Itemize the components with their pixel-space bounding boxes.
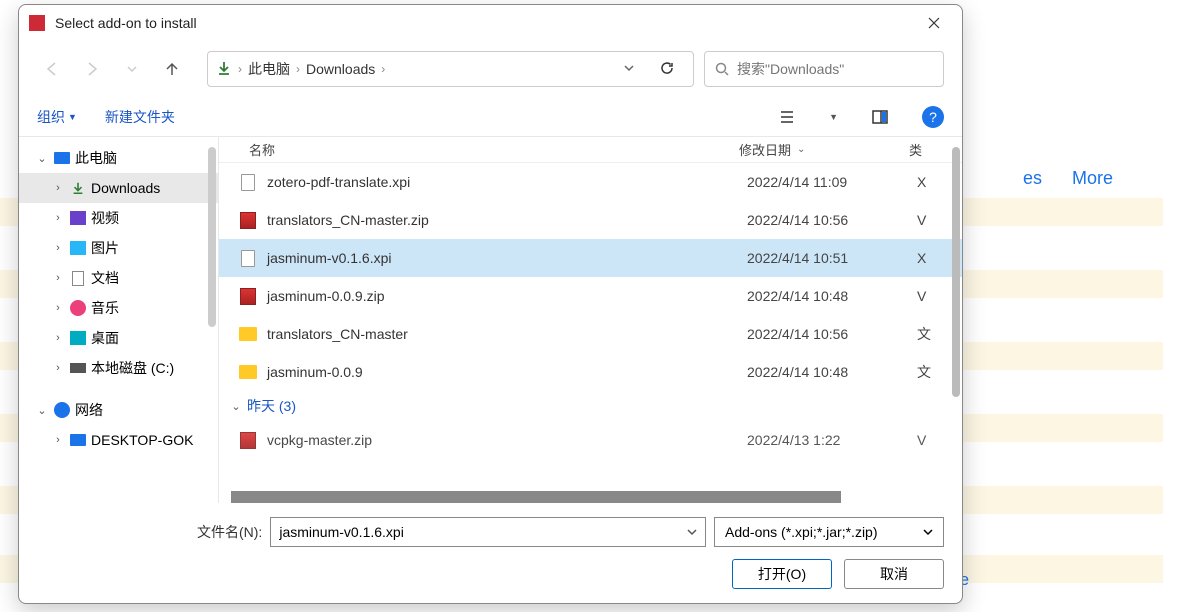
file-open-dialog: Select add-on to install › 此电脑 › Downloa… — [18, 4, 963, 604]
sidebar-network[interactable]: ⌄ 网络 — [19, 395, 218, 425]
chevron-down-icon — [923, 524, 933, 540]
forward-button[interactable] — [77, 54, 107, 84]
search-icon — [715, 62, 729, 76]
search-box[interactable] — [704, 51, 944, 87]
background-tabs: es More — [1023, 168, 1113, 189]
download-icon — [69, 179, 87, 197]
zotero-app-icon — [29, 15, 45, 31]
filename-row: 文件名(N): jasminum-v0.1.6.xpi Add-ons (*.x… — [37, 517, 944, 547]
download-icon — [216, 60, 232, 79]
document-icon — [72, 271, 84, 286]
sidebar-music[interactable]: › 音乐 — [19, 293, 218, 323]
sidebar-desktop-host[interactable]: › DESKTOP-GOK — [19, 425, 218, 455]
file-row[interactable]: translators_CN-master.zip 2022/4/14 10:5… — [219, 201, 962, 239]
group-yesterday[interactable]: ⌄ 昨天 (3) — [219, 391, 962, 421]
nav-row: › 此电脑 › Downloads › — [19, 41, 962, 97]
chevron-down-icon[interactable]: ⌄ — [35, 152, 49, 165]
folder-icon — [239, 327, 257, 341]
titlebar: Select add-on to install — [19, 5, 962, 41]
sidebar-this-pc[interactable]: ⌄ 此电脑 — [19, 143, 218, 173]
preview-pane-button[interactable] — [866, 103, 894, 131]
column-date[interactable]: 修改日期 ⌄ — [739, 140, 909, 159]
chevron-down-icon[interactable] — [687, 524, 697, 540]
organize-menu[interactable]: 组织▼ — [37, 107, 77, 127]
file-icon — [241, 250, 255, 267]
zip-icon — [240, 288, 256, 305]
cancel-button[interactable]: 取消 — [844, 559, 944, 589]
up-button[interactable] — [157, 54, 187, 84]
file-row[interactable]: jasminum-v0.1.6.xpi 2022/4/14 10:51 X — [219, 239, 962, 277]
pc-icon — [70, 434, 86, 446]
help-button[interactable]: ? — [922, 106, 944, 128]
video-icon — [70, 211, 86, 225]
file-row[interactable]: translators_CN-master 2022/4/14 10:56 文 — [219, 315, 962, 353]
sidebar: ⌄ 此电脑 › Downloads › 视频 › 图片 — [19, 137, 219, 503]
folder-icon — [239, 365, 257, 379]
refresh-button[interactable] — [649, 60, 685, 79]
dialog-title: Select add-on to install — [55, 15, 916, 31]
network-icon — [54, 402, 70, 418]
disk-icon — [70, 363, 86, 373]
music-icon — [70, 300, 86, 316]
open-button[interactable]: 打开(O) — [732, 559, 832, 589]
filename-label: 文件名(N): — [197, 522, 262, 542]
recent-dropdown[interactable] — [117, 54, 147, 84]
chevron-right-icon: › — [238, 62, 242, 76]
desktop-icon — [70, 331, 86, 345]
back-button[interactable] — [37, 54, 67, 84]
sidebar-videos[interactable]: › 视频 — [19, 203, 218, 233]
sort-indicator-icon: ⌄ — [797, 144, 805, 155]
vertical-scrollbar[interactable] — [952, 147, 960, 397]
path-bar[interactable]: › 此电脑 › Downloads › — [207, 51, 694, 87]
column-name[interactable]: 名称 — [249, 140, 739, 159]
new-folder-button[interactable]: 新建文件夹 — [105, 107, 175, 127]
chevron-down-icon[interactable]: ⌄ — [35, 404, 49, 417]
sidebar-documents[interactable]: › 文档 — [19, 263, 218, 293]
path-root[interactable]: 此电脑 — [248, 59, 290, 79]
file-icon — [241, 174, 255, 191]
view-dropdown-icon[interactable]: ▼ — [829, 112, 838, 122]
path-folder[interactable]: Downloads — [306, 61, 375, 77]
dialog-footer: 文件名(N): jasminum-v0.1.6.xpi Add-ons (*.x… — [19, 503, 962, 603]
sidebar-local-disk[interactable]: › 本地磁盘 (C:) — [19, 353, 218, 383]
file-row[interactable]: zotero-pdf-translate.xpi 2022/4/14 11:09… — [219, 163, 962, 201]
column-type[interactable]: 类 — [909, 140, 939, 159]
bg-tab-fragment[interactable]: es — [1023, 168, 1042, 189]
zip-icon — [240, 212, 256, 229]
view-list-button[interactable] — [773, 103, 801, 131]
column-headers: 名称 修改日期 ⌄ 类 — [219, 137, 962, 163]
close-button[interactable] — [916, 9, 952, 37]
file-row[interactable]: jasminum-0.0.9 2022/4/14 10:48 文 — [219, 353, 962, 391]
search-input[interactable] — [737, 61, 933, 77]
toolbar: 组织▼ 新建文件夹 ▼ ? — [19, 97, 962, 137]
content-area: ⌄ 此电脑 › Downloads › 视频 › 图片 — [19, 137, 962, 503]
file-list: 名称 修改日期 ⌄ 类 zotero-pdf-translate.xpi 202… — [219, 137, 962, 503]
filename-input[interactable]: jasminum-v0.1.6.xpi — [270, 517, 706, 547]
sidebar-desktop[interactable]: › 桌面 — [19, 323, 218, 353]
picture-icon — [70, 241, 86, 255]
sidebar-downloads[interactable]: › Downloads — [19, 173, 218, 203]
bg-tab-more[interactable]: More — [1072, 168, 1113, 189]
chevron-right-icon: › — [381, 62, 385, 76]
file-row[interactable]: jasminum-0.0.9.zip 2022/4/14 10:48 V — [219, 277, 962, 315]
path-dropdown[interactable] — [615, 61, 643, 77]
chevron-down-icon: ⌄ — [229, 400, 243, 413]
chevron-right-icon[interactable]: › — [51, 182, 65, 194]
sidebar-scrollbar[interactable] — [208, 147, 216, 327]
horizontal-scrollbar[interactable] — [231, 491, 841, 503]
dialog-buttons: 打开(O) 取消 — [37, 559, 944, 589]
zip-icon — [240, 432, 256, 449]
file-type-filter[interactable]: Add-ons (*.xpi;*.jar;*.zip) — [714, 517, 944, 547]
chevron-right-icon: › — [296, 62, 300, 76]
sidebar-pictures[interactable]: › 图片 — [19, 233, 218, 263]
file-row[interactable]: vcpkg-master.zip 2022/4/13 1:22 V — [219, 421, 962, 459]
